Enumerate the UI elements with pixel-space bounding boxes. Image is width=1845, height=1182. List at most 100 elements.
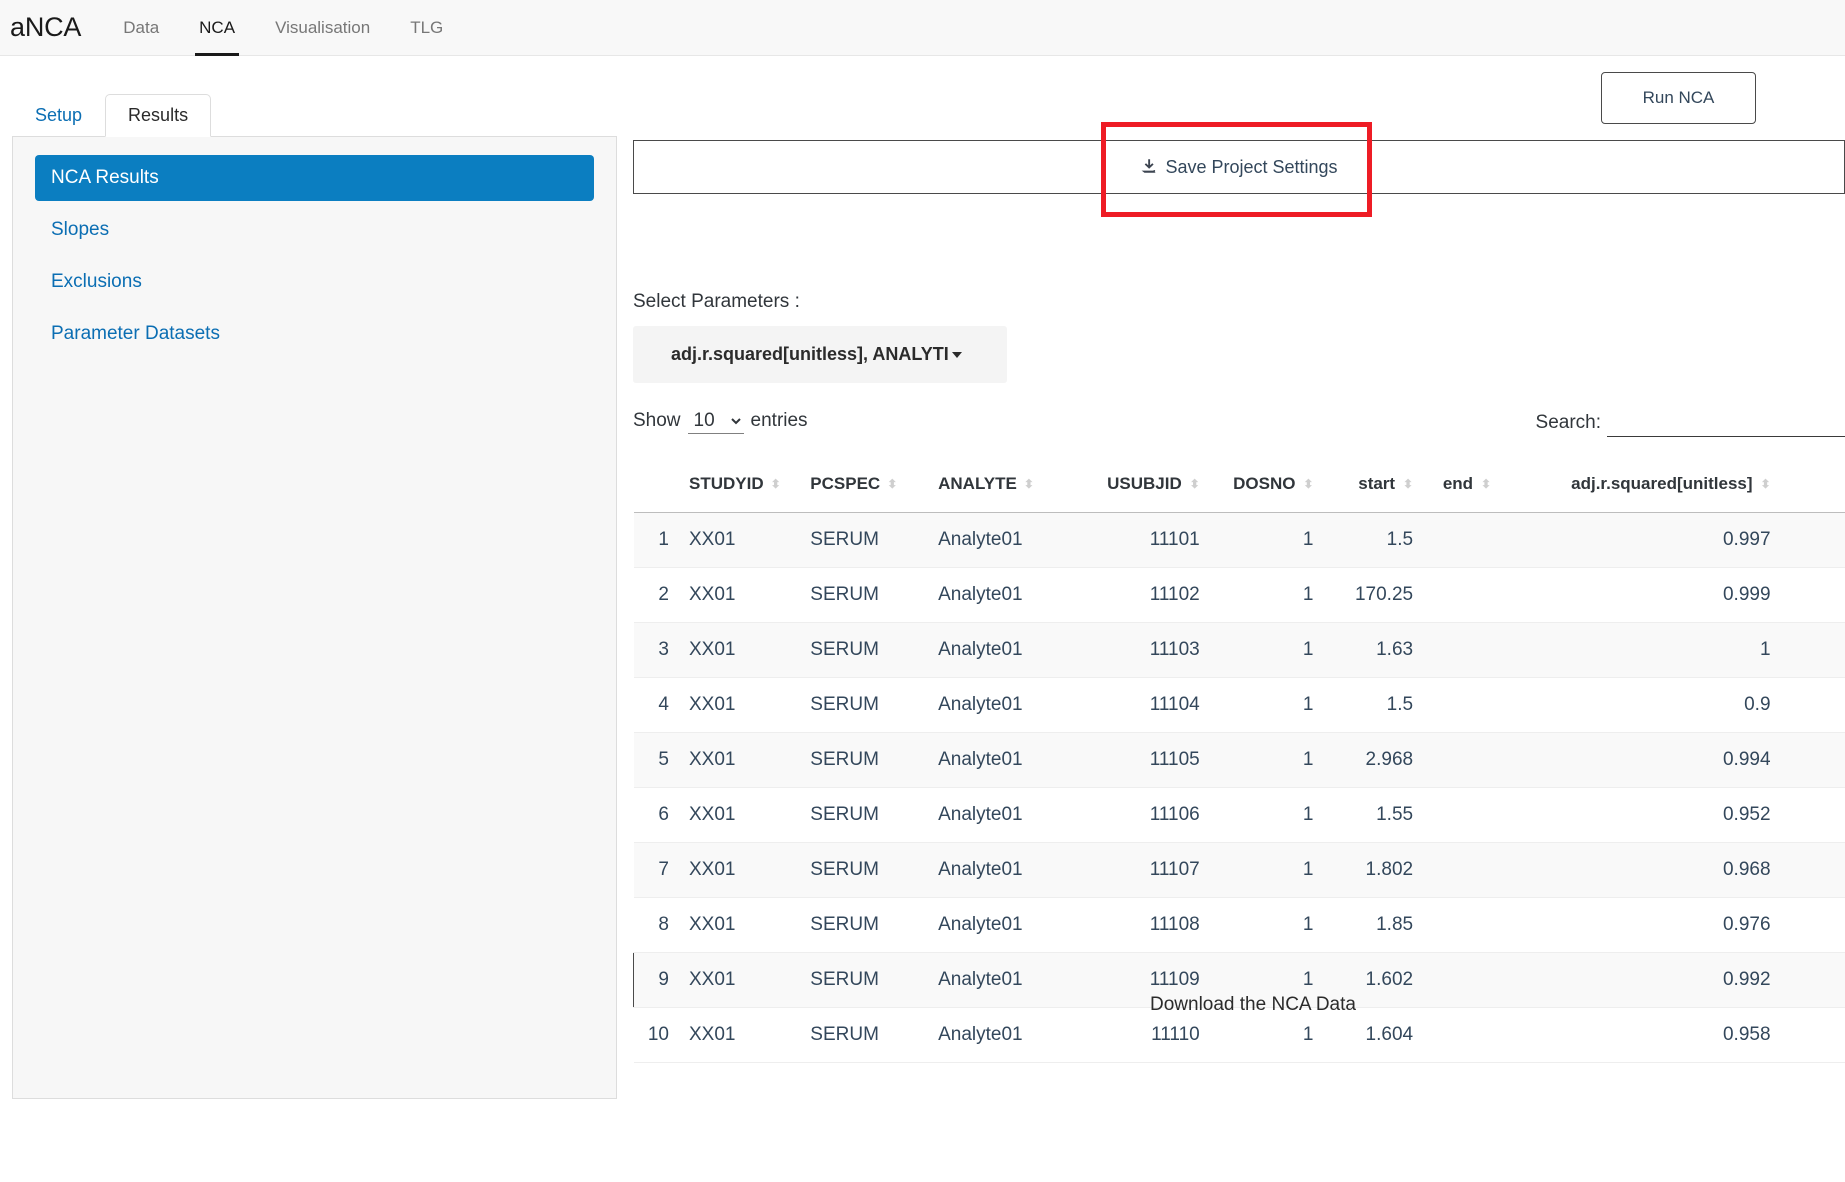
sort-icon: ⬍ xyxy=(1760,477,1771,491)
save-project-settings-button[interactable]: Save Project Settings xyxy=(1140,157,1338,178)
col-header-aucinf[interactable]: aucinf.o xyxy=(1780,458,1845,513)
cell-studyid: XX01 xyxy=(678,952,801,1008)
cell-pcspec: SERUM xyxy=(800,952,929,1008)
nav-item-tlg[interactable]: TLG xyxy=(390,0,463,56)
page-length-select[interactable]: 102550100 xyxy=(687,408,744,434)
cell-start: 1.55 xyxy=(1323,787,1424,843)
cell-analyte: Analyte01 xyxy=(928,1007,1075,1063)
cell-dosno: 1 xyxy=(1209,897,1324,953)
cell-aucinf xyxy=(1780,787,1845,843)
run-nca-button[interactable]: Run NCA xyxy=(1601,72,1756,124)
cell-analyte: Analyte01 xyxy=(928,842,1075,898)
sidebar-item-nca-results[interactable]: NCA Results xyxy=(35,155,594,201)
cell-pcspec: SERUM xyxy=(800,567,929,623)
tab-results[interactable]: Results xyxy=(105,94,212,137)
table-header: STUDYID ⬍ PCSPEC ⬍ ANALYTE ⬍ USUBJID ⬍ DOSNO… xyxy=(633,458,1845,513)
cell-pcspec: SERUM xyxy=(800,1007,929,1063)
page-length-control: Show 102550100 entries xyxy=(633,408,808,434)
col-header-usubjid[interactable]: USUBJID ⬍ xyxy=(1074,458,1210,513)
cell-idx: 6 xyxy=(633,787,679,843)
cell-start: 1.802 xyxy=(1323,842,1424,898)
col-header-adj-r-squared[interactable]: adj.r.squared[unitless] ⬍ xyxy=(1501,458,1781,513)
cell-dosno: 1 xyxy=(1209,512,1324,568)
nav-item-nca[interactable]: NCA xyxy=(179,0,255,56)
col-header-analyte[interactable]: ANALYTE ⬍ xyxy=(928,458,1075,513)
table-row[interactable]: 5 XX01 SERUM Analyte01 11105 1 2.968 0.994 xyxy=(633,732,1845,788)
sidebar-items: NCA Results Slopes Exclusions Parameter … xyxy=(13,137,616,357)
cell-pcspec: SERUM xyxy=(800,677,929,733)
select-parameters-dropdown[interactable]: adj.r.squared[unitless], ANALYTI xyxy=(633,326,1007,383)
cell-adjr: 0.994 xyxy=(1501,732,1781,788)
nav-item-visualisation[interactable]: Visualisation xyxy=(255,0,390,56)
nav-item-data[interactable]: Data xyxy=(103,0,179,56)
cell-usubjid: 11101 xyxy=(1074,512,1210,568)
col-header-pcspec[interactable]: PCSPEC ⬍ xyxy=(800,458,929,513)
table-body: 1 XX01 SERUM Analyte01 11101 1 1.5 0.997 2 XX01 SE… xyxy=(633,512,1845,1063)
cell-studyid: XX01 xyxy=(678,512,801,568)
sort-icon: ⬍ xyxy=(1023,477,1034,491)
cell-idx: 2 xyxy=(633,567,679,623)
cell-studyid: XX01 xyxy=(678,1007,801,1063)
search-input[interactable] xyxy=(1607,408,1845,437)
cell-start: 1.63 xyxy=(1323,622,1424,678)
sidebar-item-slopes[interactable]: Slopes xyxy=(35,207,594,253)
cell-adjr: 0.952 xyxy=(1501,787,1781,843)
sort-icon: ⬍ xyxy=(770,477,781,491)
save-project-settings-container: Save Project Settings xyxy=(633,122,1845,217)
app-root: aNCA Data NCA Visualisation TLG Run NCA … xyxy=(0,0,1845,1182)
cell-aucinf xyxy=(1780,897,1845,953)
col-header-start[interactable]: start ⬍ xyxy=(1323,458,1424,513)
sidebar-item-parameter-datasets[interactable]: Parameter Datasets xyxy=(35,311,594,357)
table-row[interactable]: 4 XX01 SERUM Analyte01 11104 1 1.5 0.9 xyxy=(633,677,1845,733)
table-row[interactable]: 8 XX01 SERUM Analyte01 11108 1 1.85 0.976 xyxy=(633,897,1845,953)
cell-usubjid: 11102 xyxy=(1074,567,1210,623)
cell-idx: 5 xyxy=(633,732,679,788)
cell-pcspec: SERUM xyxy=(800,787,929,843)
show-suffix-label: entries xyxy=(750,410,808,431)
cell-aucinf xyxy=(1780,842,1845,898)
search-label: Search: xyxy=(1535,411,1601,433)
cell-usubjid: 11108 xyxy=(1074,897,1210,953)
top-navbar: aNCA Data NCA Visualisation TLG xyxy=(0,0,1845,56)
cell-dosno: 1 xyxy=(1209,567,1324,623)
cell-start: 170.25 xyxy=(1323,567,1424,623)
sidebar-item-exclusions[interactable]: Exclusions xyxy=(35,259,594,305)
cell-dosno: 1 xyxy=(1209,842,1324,898)
show-prefix-label: Show xyxy=(633,410,681,431)
table-row[interactable]: 3 XX01 SERUM Analyte01 11103 1 1.63 1 xyxy=(633,622,1845,678)
col-label-analyte: ANALYTE xyxy=(938,474,1017,493)
sort-icon: ⬍ xyxy=(887,477,898,491)
col-label-adj-r-squared: adj.r.squared[unitless] xyxy=(1571,474,1753,493)
table-header-row: STUDYID ⬍ PCSPEC ⬍ ANALYTE ⬍ USUBJID ⬍ DOSNO… xyxy=(633,458,1845,513)
cell-idx: 1 xyxy=(633,512,679,568)
tab-setup[interactable]: Setup xyxy=(12,94,105,137)
cell-pcspec: SERUM xyxy=(800,622,929,678)
cell-pcspec: SERUM xyxy=(800,842,929,898)
col-label-usubjid: USUBJID xyxy=(1107,474,1182,493)
cell-usubjid: 11103 xyxy=(1074,622,1210,678)
col-label-end: end xyxy=(1442,474,1474,493)
cell-end xyxy=(1423,512,1502,568)
cell-start: 1.5 xyxy=(1323,677,1424,733)
cell-adjr: 0.997 xyxy=(1501,512,1781,568)
col-header-end[interactable]: end ⬍ xyxy=(1423,458,1502,513)
cell-pcspec: SERUM xyxy=(800,512,929,568)
cell-analyte: Analyte01 xyxy=(928,897,1075,953)
table-row[interactable]: 6 XX01 SERUM Analyte01 11106 1 1.55 0.952 xyxy=(633,787,1845,843)
cell-adjr: 0.968 xyxy=(1501,842,1781,898)
cell-end xyxy=(1423,952,1502,1008)
cell-end xyxy=(1423,1007,1502,1063)
table-row[interactable]: 2 XX01 SERUM Analyte01 11102 1 170.25 0.999 xyxy=(633,567,1845,623)
col-header-index xyxy=(633,458,679,513)
col-header-studyid[interactable]: STUDYID ⬍ xyxy=(678,458,801,513)
cell-analyte: Analyte01 xyxy=(928,952,1075,1008)
cell-dosno: 1 xyxy=(1209,622,1324,678)
cell-analyte: Analyte01 xyxy=(928,567,1075,623)
cell-idx: 10 xyxy=(633,1007,679,1063)
col-label-studyid: STUDYID xyxy=(688,474,764,493)
col-label-dosno: DOSNO xyxy=(1233,474,1296,493)
table-row[interactable]: 7 XX01 SERUM Analyte01 11107 1 1.802 0.968 xyxy=(633,842,1845,898)
col-header-dosno[interactable]: DOSNO ⬍ xyxy=(1209,458,1324,513)
table-row[interactable]: 1 XX01 SERUM Analyte01 11101 1 1.5 0.997 xyxy=(633,512,1845,568)
results-tabstrip: Setup Results xyxy=(12,93,212,137)
